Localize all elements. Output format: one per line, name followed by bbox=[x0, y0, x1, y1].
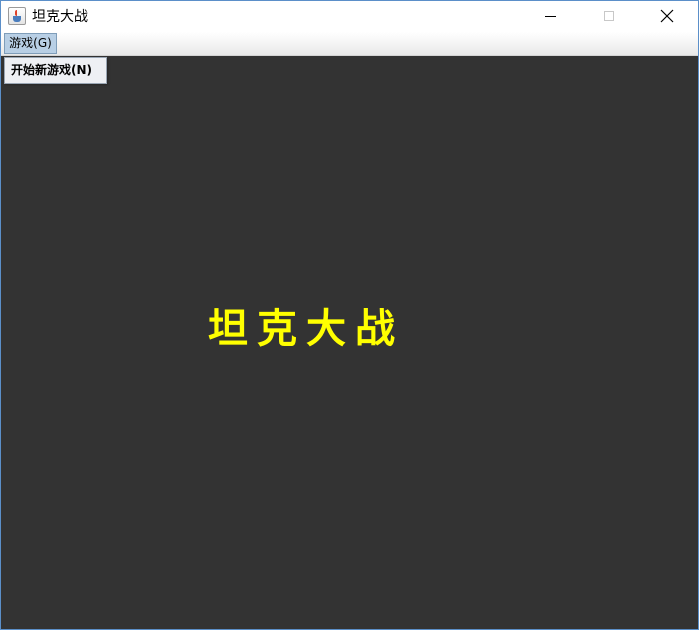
title-bar[interactable]: 坦克大战 bbox=[1, 1, 698, 32]
close-button[interactable] bbox=[644, 1, 690, 32]
close-icon bbox=[660, 9, 674, 23]
app-window: 坦克大战 游戏(G) 坦克大战 开始新游戏(N) bbox=[0, 0, 699, 630]
menu-game[interactable]: 游戏(G) bbox=[4, 33, 57, 54]
game-title: 坦克大战 bbox=[208, 305, 404, 352]
maximize-icon bbox=[604, 11, 614, 21]
minimize-button[interactable] bbox=[528, 1, 574, 32]
minimize-icon bbox=[545, 16, 556, 17]
menu-bar: 游戏(G) bbox=[1, 32, 698, 56]
java-cup-body bbox=[13, 16, 21, 22]
window-title: 坦克大战 bbox=[32, 9, 88, 25]
menu-item-new-game[interactable]: 开始新游戏(N) bbox=[11, 63, 92, 78]
game-menu-dropdown: 开始新游戏(N) bbox=[4, 57, 107, 84]
maximize-button[interactable] bbox=[586, 1, 632, 32]
game-canvas[interactable]: 坦克大战 bbox=[1, 56, 698, 629]
java-cup-icon[interactable] bbox=[8, 7, 26, 25]
